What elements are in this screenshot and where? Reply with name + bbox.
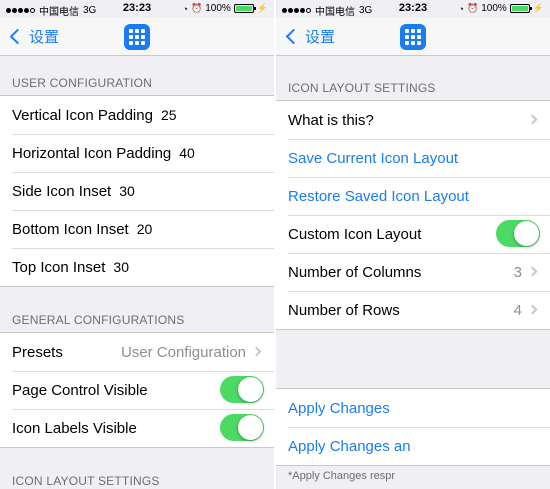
row-value: 30: [113, 259, 129, 275]
apply-footnote: *Apply Changes respr: [288, 470, 396, 482]
navigation-bar: 设置: [0, 18, 274, 56]
icon-layout-settings-header: ICON LAYOUT SETTINGS: [12, 474, 160, 488]
general-configurations-header: GENERAL CONFIGURATIONS: [12, 313, 185, 327]
orientation-lock-icon: ◔: [182, 3, 188, 14]
vertical-icon-padding-row[interactable]: Vertical Icon Padding 25: [0, 96, 274, 134]
row-label: Restore Saved Icon Layout: [288, 187, 469, 205]
charging-icon: ⚡: [532, 3, 544, 13]
grid-app-icon: [400, 24, 426, 50]
alarm-icon: ⏰: [190, 3, 203, 13]
general-configurations-group: Presets User Configuration Page Control …: [0, 332, 274, 448]
apply-group: Apply Changes Apply Changes an: [276, 388, 550, 466]
row-label: Vertical Icon Padding: [12, 106, 153, 124]
right-screen: 中国电信 3G 23:23 ◔ ⏰ 100% ⚡ 设置 ICON LAYOUT …: [276, 0, 550, 489]
battery-icon: [233, 4, 256, 13]
chevron-right-icon: [527, 266, 538, 277]
row-value: 30: [119, 183, 135, 199]
top-icon-inset-row[interactable]: Top Icon Inset 30: [0, 248, 274, 286]
row-label: Save Current Icon Layout: [288, 149, 459, 167]
row-label: Bottom Icon Inset: [12, 220, 129, 238]
row-label: Number of Columns: [288, 263, 422, 281]
battery-percent: 100%: [205, 3, 231, 14]
row-label: Side Icon Inset: [12, 182, 112, 200]
row-label: Icon Labels Visible: [12, 419, 137, 437]
restore-icon-layout-button[interactable]: Restore Saved Icon Layout: [276, 177, 550, 215]
side-icon-inset-row[interactable]: Side Icon Inset 30: [0, 172, 274, 210]
number-of-rows-row[interactable]: Number of Rows 4: [276, 291, 550, 329]
battery-icon: [509, 4, 532, 13]
battery-percent: 100%: [481, 3, 507, 14]
what-is-this-row[interactable]: What is this?: [276, 101, 550, 139]
chevron-left-icon: [285, 28, 302, 45]
back-label: 设置: [29, 29, 60, 46]
chevron-right-icon: [527, 114, 538, 125]
horizontal-icon-padding-row[interactable]: Horizontal Icon Padding 40: [0, 134, 274, 172]
page-control-visible-row: Page Control Visible: [0, 371, 274, 409]
icon-layout-settings-group: What is this? Save Current Icon Layout R…: [276, 100, 550, 330]
custom-icon-layout-row: Custom Icon Layout: [276, 215, 550, 253]
row-label: What is this?: [288, 111, 374, 129]
chevron-left-icon: [9, 28, 26, 45]
left-screen: 中国电信 3G 23:23 ◔ ⏰ 100% ⚡ 设置 USER CONFIGU…: [0, 0, 274, 489]
apply-changes-and-button[interactable]: Apply Changes an: [276, 427, 550, 465]
chevron-right-icon: [251, 346, 262, 357]
custom-icon-layout-toggle[interactable]: [496, 220, 540, 247]
user-configuration-group: Vertical Icon Padding 25 Horizontal Icon…: [0, 95, 274, 287]
save-icon-layout-button[interactable]: Save Current Icon Layout: [276, 139, 550, 177]
row-value: 40: [179, 145, 195, 161]
row-value: 25: [160, 107, 177, 123]
presets-value: User Configuration: [120, 343, 246, 361]
icon-layout-settings-header: ICON LAYOUT SETTINGS: [288, 81, 436, 95]
user-configuration-header: USER CONFIGURATION: [12, 76, 153, 90]
row-label: Presets: [12, 343, 63, 361]
row-label: Custom Icon Layout: [288, 225, 422, 243]
presets-row[interactable]: Presets User Configuration: [0, 333, 274, 371]
row-label: Page Control Visible: [12, 381, 148, 399]
row-label: Number of Rows: [288, 301, 400, 319]
grid-app-icon: [124, 24, 150, 50]
row-value: 20: [136, 221, 153, 237]
page-control-visible-toggle[interactable]: [220, 376, 264, 403]
navigation-bar: 设置: [276, 18, 550, 56]
row-label: Apply Changes: [288, 399, 390, 417]
back-button[interactable]: 设置: [8, 26, 59, 47]
charging-icon: ⚡: [256, 3, 268, 13]
back-button[interactable]: 设置: [284, 26, 335, 47]
status-bar: 中国电信 3G 23:23 ◔ ⏰ 100% ⚡: [276, 0, 550, 18]
row-label: Top Icon Inset: [12, 258, 106, 276]
icon-labels-visible-row: Icon Labels Visible: [0, 409, 274, 447]
orientation-lock-icon: ◔: [458, 3, 464, 14]
back-label: 设置: [305, 29, 336, 46]
chevron-right-icon: [527, 304, 538, 315]
status-bar: 中国电信 3G 23:23 ◔ ⏰ 100% ⚡: [0, 0, 274, 18]
row-label: Apply Changes an: [288, 437, 411, 455]
alarm-icon: ⏰: [466, 3, 479, 13]
columns-value: 3: [513, 263, 522, 281]
bottom-icon-inset-row[interactable]: Bottom Icon Inset 20: [0, 210, 274, 248]
number-of-columns-row[interactable]: Number of Columns 3: [276, 253, 550, 291]
apply-changes-button[interactable]: Apply Changes: [276, 389, 550, 427]
rows-value: 4: [513, 301, 522, 319]
row-label: Horizontal Icon Padding: [12, 144, 172, 162]
icon-labels-visible-toggle[interactable]: [220, 414, 264, 441]
